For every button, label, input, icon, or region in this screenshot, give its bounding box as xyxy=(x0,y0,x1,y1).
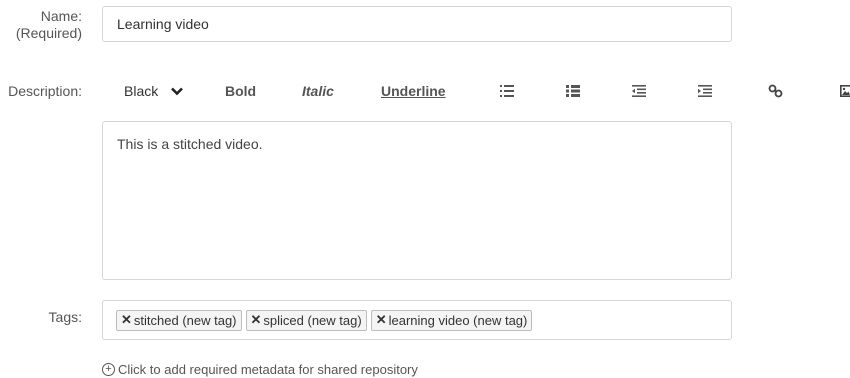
numbered-list-icon[interactable] xyxy=(565,81,581,101)
tag-chip: ✕ learning video (new tag) xyxy=(370,309,533,331)
bulleted-list-icon[interactable] xyxy=(499,81,515,101)
name-input[interactable]: Learning video xyxy=(102,6,732,42)
description-text: This is a stitched video. xyxy=(117,136,263,152)
image-icon[interactable] xyxy=(838,81,850,101)
name-label: Name: (Required) xyxy=(16,8,82,42)
name-input-value: Learning video xyxy=(117,16,209,32)
chevron-down-icon xyxy=(171,87,184,95)
tag-chip: ✕ spliced (new tag) xyxy=(245,309,367,331)
tags-input[interactable]: ✕ stitched (new tag) ✕ spliced (new tag)… xyxy=(102,300,732,340)
plus-circle-icon: + xyxy=(102,363,115,376)
remove-tag-icon[interactable]: ✕ xyxy=(121,312,132,328)
description-label: Description: xyxy=(8,83,82,99)
tags-label: Tags: xyxy=(48,309,82,325)
description-editor[interactable]: This is a stitched video. xyxy=(102,121,732,280)
link-icon[interactable] xyxy=(767,81,783,101)
add-metadata-text: Click to add required metadata for share… xyxy=(118,362,418,377)
italic-button[interactable]: Italic xyxy=(302,81,334,101)
required-indicator: (Required) xyxy=(15,25,82,41)
indent-icon[interactable] xyxy=(697,81,713,101)
tag-chip: ✕ stitched (new tag) xyxy=(116,309,242,331)
remove-tag-icon[interactable]: ✕ xyxy=(376,312,387,328)
bold-button[interactable]: Bold xyxy=(225,81,256,101)
add-metadata-link[interactable]: + Click to add required metadata for sha… xyxy=(102,362,418,377)
remove-tag-icon[interactable]: ✕ xyxy=(251,312,262,328)
name-label-text: Name: xyxy=(40,8,82,24)
tag-label: spliced (new tag) xyxy=(263,312,362,328)
underline-button[interactable]: Underline xyxy=(381,81,446,101)
font-color-dropdown[interactable]: Black xyxy=(124,81,184,101)
font-color-value: Black xyxy=(124,83,159,99)
tag-label: learning video (new tag) xyxy=(388,312,528,328)
outdent-icon[interactable] xyxy=(631,81,647,101)
tag-label: stitched (new tag) xyxy=(133,312,237,328)
